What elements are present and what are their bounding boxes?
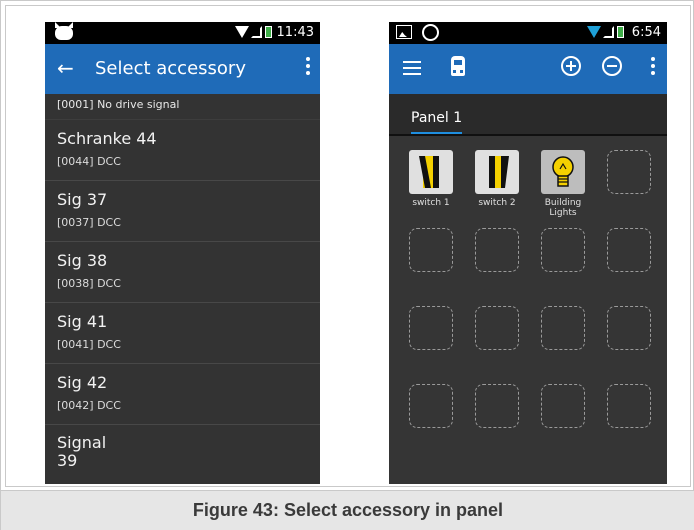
empty-slot[interactable]: [607, 150, 651, 194]
back-arrow-icon[interactable]: ←: [57, 56, 74, 80]
list-item-address: [0037] DCC: [57, 216, 121, 229]
list-item-address: [0041] DCC: [57, 338, 121, 351]
list-item-address: [0038] DCC: [57, 277, 121, 290]
list-item[interactable]: Signal 39: [45, 425, 320, 484]
empty-slot[interactable]: [475, 306, 519, 350]
list-item-name: Sig 37: [57, 190, 108, 209]
status-bar: 11:43: [45, 22, 320, 44]
wifi-icon: [235, 26, 249, 38]
wifi-icon: [587, 26, 601, 38]
list-item-name: Sig 41: [57, 312, 108, 331]
signal-icon: [603, 26, 614, 38]
empty-slot[interactable]: [475, 228, 519, 272]
empty-slot[interactable]: [607, 228, 651, 272]
battery-icon: [617, 26, 624, 38]
notification-app-icon: [55, 26, 73, 40]
tile-label: switch 2: [478, 198, 516, 208]
app-bar: [389, 44, 667, 94]
panel-tile-switch-1[interactable]: switch 1: [409, 150, 453, 208]
figure-caption: Figure 43: Select accessory in panel: [192, 500, 504, 520]
list-item-name: Signal: [57, 433, 107, 452]
switch-straight-icon: [409, 150, 453, 194]
app-bar: ← Select accessory: [45, 44, 320, 94]
page-title: Select accessory: [95, 58, 246, 79]
panel-tile-building-lights[interactable]: Building Lights: [541, 150, 585, 218]
empty-slot[interactable]: [607, 384, 651, 428]
switch-diverge-icon: [475, 150, 519, 194]
list-item-name: Schranke 44: [57, 129, 157, 148]
list-item-name-line2: 39: [57, 451, 78, 470]
list-item[interactable]: Sig 42 [0042] DCC: [45, 364, 320, 425]
status-icons: [235, 26, 275, 40]
list-item[interactable]: Sig 37 [0037] DCC: [45, 181, 320, 242]
hamburger-menu-icon[interactable]: [403, 61, 421, 75]
accessory-list: [0001] No drive signal Schranke 44 [0044…: [45, 94, 320, 484]
empty-slot[interactable]: [409, 306, 453, 350]
empty-slot[interactable]: [541, 228, 585, 272]
light-bulb-icon: [541, 150, 585, 194]
status-icons: [587, 26, 627, 40]
tab-panel-1[interactable]: Panel 1: [411, 110, 463, 134]
circle-notification-icon: [422, 24, 439, 41]
empty-slot[interactable]: [475, 384, 519, 428]
left-phone-screen: 11:43 ← Select accessory [0001] No drive…: [45, 22, 320, 484]
list-item-address: [0044] DCC: [57, 155, 121, 168]
battery-icon: [265, 26, 272, 38]
empty-slot[interactable]: [541, 384, 585, 428]
list-item-address: [0042] DCC: [57, 399, 121, 412]
remove-circle-icon[interactable]: [602, 56, 622, 76]
list-item[interactable]: Sig 38 [0038] DCC: [45, 242, 320, 303]
empty-slot[interactable]: [607, 306, 651, 350]
empty-slot[interactable]: [409, 384, 453, 428]
list-item[interactable]: Sig 41 [0041] DCC: [45, 303, 320, 364]
list-item-name: Sig 38: [57, 251, 108, 270]
empty-slot[interactable]: [541, 306, 585, 350]
empty-slot[interactable]: [409, 228, 453, 272]
list-item[interactable]: Schranke 44 [0044] DCC: [45, 120, 320, 181]
status-time: 11:43: [276, 25, 314, 40]
signal-icon: [251, 26, 262, 38]
overflow-menu-icon[interactable]: [306, 57, 310, 77]
right-phone-screen: 6:54 Panel 1 switch 1 switch 2 Building …: [389, 22, 667, 484]
list-item-name: Sig 42: [57, 373, 108, 392]
add-circle-icon[interactable]: [561, 56, 581, 76]
tile-label: switch 1: [412, 198, 450, 208]
gallery-notification-icon: [396, 25, 412, 39]
status-bar: 6:54: [389, 22, 667, 44]
locomotive-icon[interactable]: [451, 56, 465, 76]
list-item[interactable]: [0001] No drive signal: [45, 94, 320, 120]
overflow-menu-icon[interactable]: [651, 57, 655, 77]
tile-label: Building Lights: [544, 198, 582, 218]
status-time: 6:54: [631, 25, 661, 40]
panel-tile-switch-2[interactable]: switch 2: [475, 150, 519, 208]
panel-tab-bar: Panel 1: [389, 94, 667, 136]
